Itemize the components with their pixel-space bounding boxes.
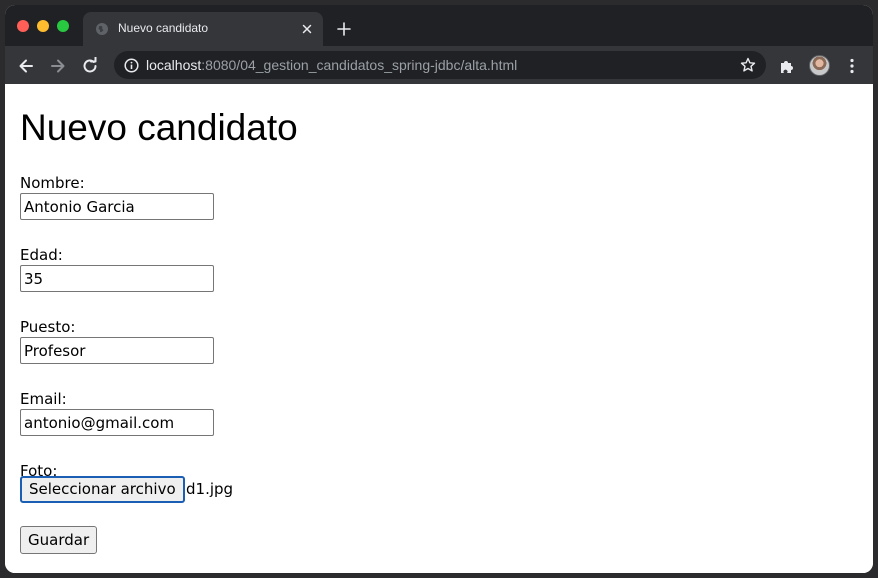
edad-input[interactable] [20,265,214,292]
page-content: Nuevo candidato Nombre: Edad: Puesto: Em… [5,84,873,573]
browser-window: Nuevo candidato localhost:8080/04_gestio… [5,5,873,573]
page-title: Nuevo candidato [20,107,298,148]
window-maximize-button[interactable] [57,20,69,32]
star-icon[interactable] [740,57,756,73]
info-icon[interactable] [124,58,139,73]
window-minimize-button[interactable] [37,20,49,32]
selected-file-name: d1.jpg [186,480,234,498]
puzzle-icon[interactable] [778,57,796,75]
puesto-input[interactable] [20,337,214,364]
guardar-button[interactable]: Guardar [20,526,98,554]
arrow-left-icon[interactable] [17,57,35,75]
url-host: localhost [146,57,202,73]
close-icon[interactable] [300,22,314,36]
url-text: localhost:8080/04_gestion_candidatos_spr… [146,57,517,73]
email-input[interactable] [20,409,214,436]
puesto-label: Puesto: [20,318,76,336]
tab-nuevo-candidato[interactable]: Nuevo candidato [83,12,323,46]
reload-icon[interactable] [81,56,99,75]
globe-icon [95,22,109,36]
tab-title: Nuevo candidato [118,21,209,35]
address-bar[interactable]: localhost:8080/04_gestion_candidatos_spr… [114,51,766,79]
file-select-button[interactable]: Seleccionar archivo [20,476,185,503]
nombre-label: Nombre: [20,174,85,192]
new-tab-icon[interactable] [336,21,352,37]
window-close-button[interactable] [17,20,29,32]
nombre-input[interactable] [20,193,214,220]
avatar[interactable] [809,55,830,76]
email-label: Email: [20,390,67,408]
browser-toolbar: localhost:8080/04_gestion_candidatos_spr… [5,46,873,84]
edad-label: Edad: [20,246,63,264]
arrow-right-icon[interactable] [49,57,67,75]
tab-strip: Nuevo candidato [5,5,873,46]
kebab-menu-icon[interactable] [843,57,861,75]
url-path: :8080/04_gestion_candidatos_spring-jdbc/… [201,57,518,73]
